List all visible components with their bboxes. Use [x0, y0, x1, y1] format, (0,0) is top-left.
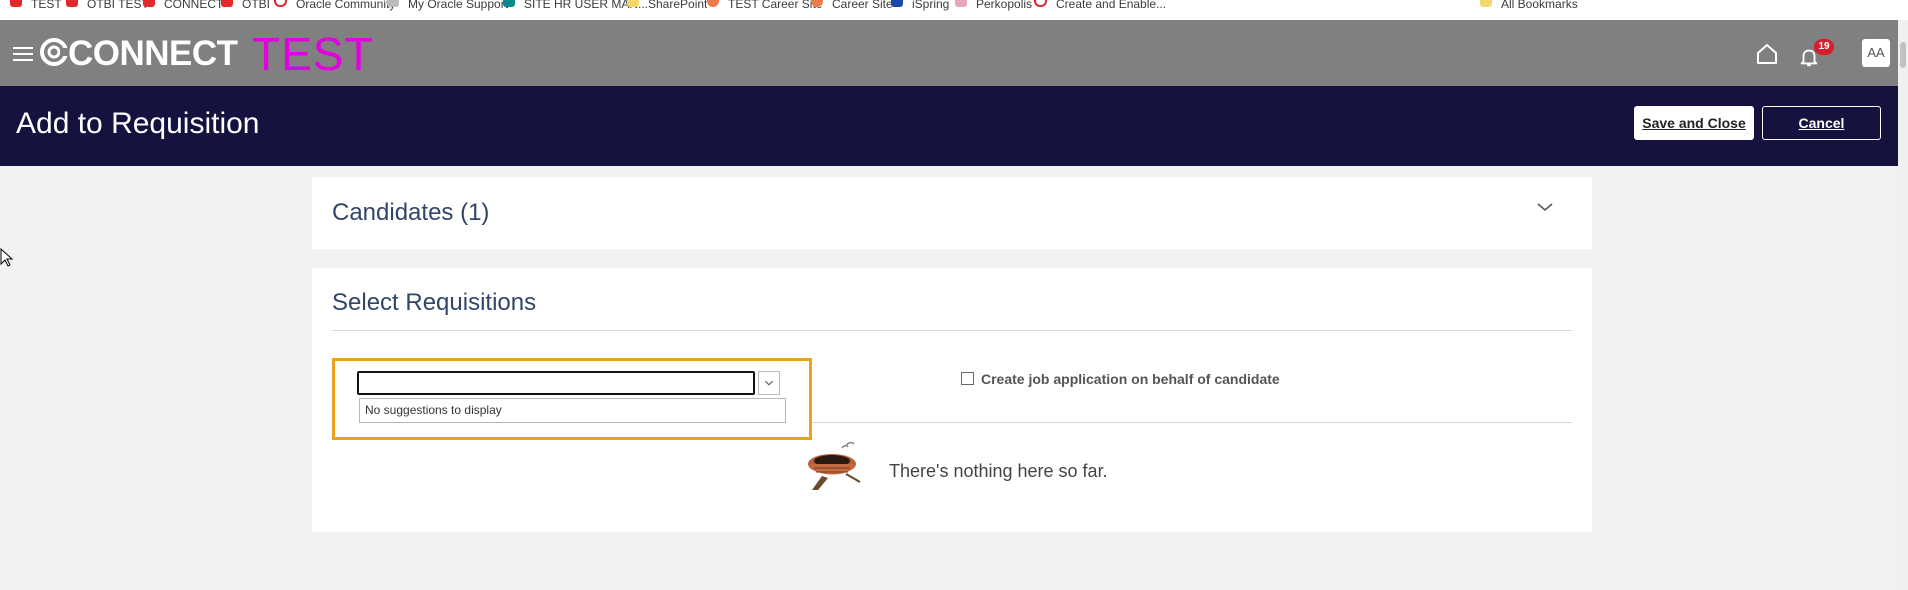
requisition-search-input[interactable]: [357, 371, 755, 395]
oracle-icon: [221, 0, 233, 7]
app-header: CONNECT TEST 19 AA: [0, 20, 1908, 86]
save-and-close-button[interactable]: Save and Close: [1634, 106, 1754, 140]
connect-logo-icon: [40, 38, 68, 66]
notification-badge: 19: [1814, 39, 1834, 55]
bookmark-my-oracle-support[interactable]: My Oracle Support: [387, 0, 508, 12]
select-requisitions-title: Select Requisitions: [332, 289, 537, 316]
scrollbar-thumb[interactable]: [1900, 42, 1906, 68]
oracle-ring-icon: [1034, 0, 1047, 7]
page-header: Add to Requisition Save and Close Cancel: [0, 86, 1898, 166]
bookmark-connect[interactable]: CONNECT: [143, 0, 223, 12]
menu-icon[interactable]: [13, 47, 33, 61]
bookmark-career-site[interactable]: Career Site: [811, 0, 893, 12]
oracle-icon: [143, 0, 155, 7]
user-avatar[interactable]: AA: [1862, 39, 1890, 67]
support-icon: [387, 0, 399, 7]
home-icon[interactable]: [1755, 42, 1779, 66]
bookmark-otbi[interactable]: OTBI: [221, 0, 270, 12]
bookmark-otbi-test[interactable]: OTBI TEST: [66, 0, 149, 12]
notifications-button[interactable]: 19: [1798, 39, 1834, 72]
create-application-label[interactable]: Create job application on behalf of cand…: [981, 372, 1280, 387]
oracle-icon: [10, 0, 22, 7]
suggestions-list: No suggestions to display: [359, 398, 786, 423]
page-scrollbar[interactable]: [1898, 20, 1908, 590]
bookmark-sharepoint[interactable]: SharePoint: [627, 0, 707, 12]
environment-label: TEST: [252, 28, 374, 80]
folder-icon: [627, 0, 639, 7]
sharepoint-icon: [503, 0, 515, 7]
empty-nest-icon: [808, 441, 861, 490]
bookmarks-bar: TEST OTBI TEST CONNECT OTBI Oracle Commu…: [0, 0, 1908, 21]
bookmark-ispring[interactable]: iSpring: [891, 0, 949, 12]
career-site-icon: [811, 0, 823, 7]
section-divider: [332, 330, 1572, 331]
bookmark-perkopolis[interactable]: Perkopolis: [955, 0, 1032, 12]
bookmark-test[interactable]: TEST: [10, 0, 62, 12]
bookmark-oracle-community[interactable]: Oracle Community: [274, 0, 395, 12]
create-application-checkbox[interactable]: [961, 372, 974, 385]
candidates-section[interactable]: Candidates (1): [312, 177, 1592, 249]
brand-logo: CONNECT: [68, 34, 238, 73]
bookmark-create-and-enable[interactable]: Create and Enable...: [1034, 0, 1166, 12]
page-title: Add to Requisition: [16, 107, 260, 140]
select-requisitions-section: Select Requisitions No suggestions to di…: [312, 268, 1592, 532]
cancel-button[interactable]: Cancel: [1762, 106, 1881, 140]
folder-icon: [1480, 0, 1492, 7]
oracle-icon: [66, 0, 78, 7]
row-divider: [812, 422, 1572, 423]
mouse-cursor-icon: [0, 248, 14, 267]
career-site-icon: [707, 0, 719, 7]
chevron-down-icon: [764, 380, 774, 386]
ispring-icon: [891, 0, 903, 7]
chevron-down-icon[interactable]: [1536, 201, 1554, 213]
bookmark-test-career-site[interactable]: TEST Career Site: [707, 0, 822, 12]
oracle-ring-icon: [274, 0, 287, 7]
bookmark-all-bookmarks[interactable]: All Bookmarks: [1480, 0, 1578, 12]
requisition-dropdown-button[interactable]: [758, 371, 780, 395]
empty-state-message: There's nothing here so far.: [889, 461, 1108, 481]
perkopolis-icon: [955, 0, 967, 7]
candidates-title: Candidates (1): [332, 199, 490, 226]
